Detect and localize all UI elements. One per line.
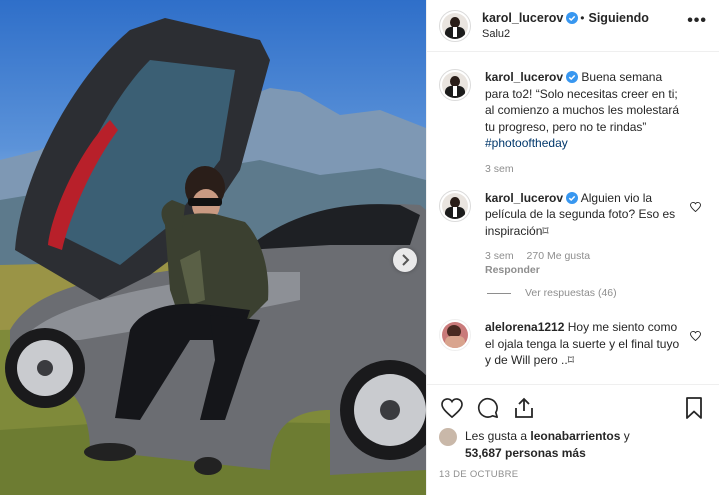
comment-like-icon[interactable] [690,201,701,212]
likes-summary: Les gusta a leonabarrientos y 53,687 per… [439,428,707,461]
view-replies-button[interactable]: Ver respuestas (46) [487,287,707,299]
view-replies-label: Ver respuestas (46) [525,287,617,299]
header-separator: • [580,10,585,25]
like-button[interactable] [439,395,465,421]
avatar[interactable] [439,319,471,351]
post-side-panel: karol_lucerov • Siguiendo Salu2 ••• karol_… [426,0,719,495]
chevron-right-icon [402,254,410,266]
comment-likes[interactable]: 270 Me gusta [527,250,591,262]
verified-badge-icon [566,191,579,204]
post-date[interactable]: 13 DE OCTUBRE [439,469,707,480]
caption: karol_lucerov Buena semana para to2! “So… [439,69,707,176]
reply-button[interactable]: Responder [485,264,540,276]
comment: alelorena1212 Hoy me siento como el ojal… [439,319,707,369]
comment-icon [477,397,498,418]
comment-username[interactable]: alelorena1212 [485,320,564,334]
header-username[interactable]: karol_lucerov [482,11,563,25]
photo-illustration [0,18,426,495]
comment-button[interactable] [475,395,501,421]
location-label[interactable]: Salu2 [482,26,649,42]
likes-prefix: Les gusta a [465,429,528,443]
verified-badge-icon [566,71,579,83]
share-button[interactable] [511,395,537,421]
liker-avatar[interactable] [439,428,457,446]
comment-like-icon[interactable] [690,331,701,341]
comment-time[interactable]: 3 sem [485,163,514,175]
comment-username[interactable]: karol_lucerov [485,191,563,205]
heart-icon [441,398,463,418]
share-icon [515,397,533,418]
post-header: karol_lucerov • Siguiendo Salu2 ••• [427,0,719,52]
following-button[interactable]: Siguiendo [589,11,649,25]
more-options-button[interactable]: ••• [687,12,707,30]
avatar[interactable] [439,189,471,222]
comment: karol_lucerov Alguien vio la película de… [439,189,707,278]
instagram-post: karol_lucerov • Siguiendo Salu2 ••• karol_… [0,0,719,495]
hashtag-link[interactable]: #photooftheday [485,136,568,150]
save-button[interactable] [681,395,707,421]
post-actions: Les gusta a leonabarrientos y 53,687 per… [427,384,719,480]
comments-list[interactable]: karol_lucerov Buena semana para to2! “So… [427,53,719,383]
replies-divider [487,292,511,294]
verified-badge-icon [566,11,579,24]
comment-time[interactable]: 3 sem [485,250,514,262]
avatar[interactable] [439,9,471,42]
post-photo[interactable] [0,0,426,495]
next-photo-button[interactable] [393,248,417,272]
bookmark-icon [686,397,702,419]
likes-count[interactable]: 53,687 personas más [465,446,586,460]
comment-username[interactable]: karol_lucerov [485,70,563,84]
avatar[interactable] [439,69,471,101]
liker-username[interactable]: leonabarrientos [530,429,620,443]
likes-and: y [623,429,630,443]
